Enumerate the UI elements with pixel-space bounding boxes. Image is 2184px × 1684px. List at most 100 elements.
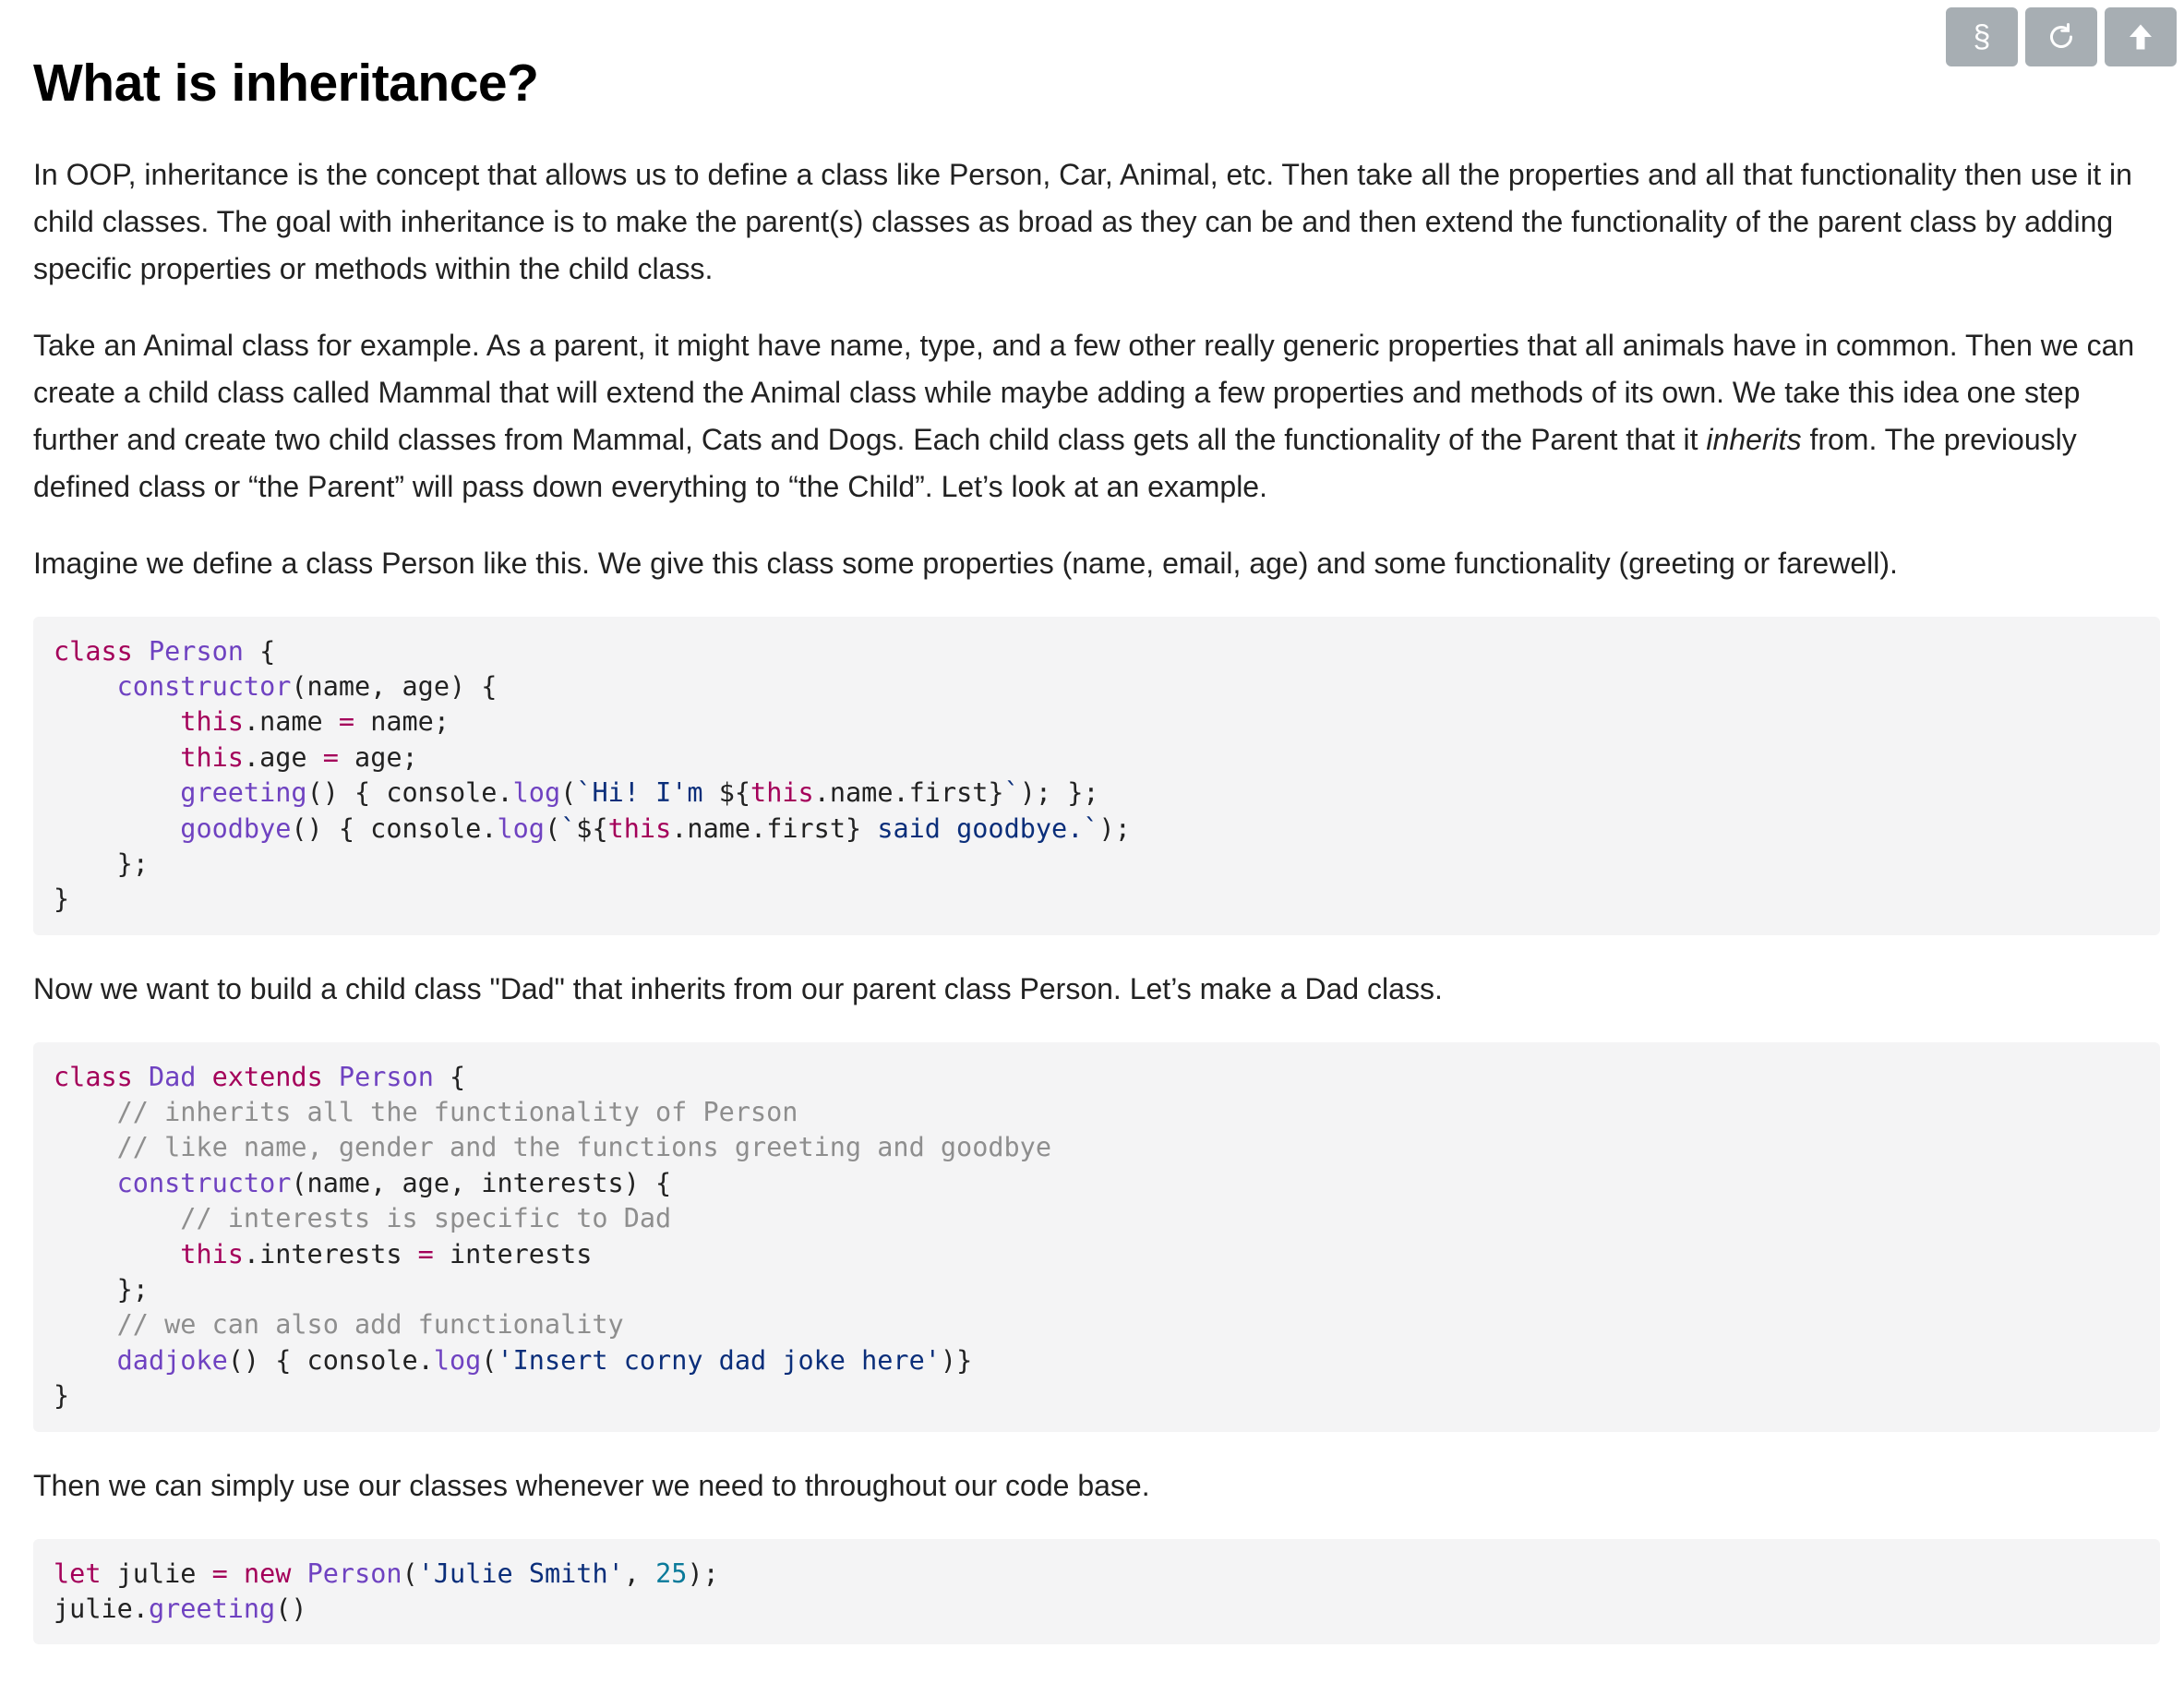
code-function: greeting bbox=[148, 1593, 276, 1624]
code-text: ( bbox=[544, 812, 561, 844]
arrow-up-icon bbox=[2130, 24, 2152, 50]
code-text: (name, age, interests) { bbox=[291, 1167, 672, 1198]
code-keyword: = bbox=[211, 1558, 228, 1589]
code-line: greeting() { console.log(`Hi! I'm ${this… bbox=[54, 776, 2140, 811]
code-text: } bbox=[54, 1380, 70, 1412]
code-text: () { console. bbox=[227, 1344, 434, 1376]
code-text: ${ bbox=[718, 777, 751, 809]
code-text: julie bbox=[101, 1558, 212, 1589]
code-text: { bbox=[433, 1061, 466, 1092]
paragraph-animal-example: Take an Animal class for example. As a p… bbox=[33, 322, 2160, 511]
code-keyword: = bbox=[338, 706, 355, 738]
code-text: () { console. bbox=[306, 777, 513, 809]
code-text: .name.first} bbox=[671, 812, 878, 844]
code-text: } bbox=[54, 884, 70, 915]
code-text: ); bbox=[687, 1558, 719, 1589]
code-line: this.age = age; bbox=[54, 740, 2140, 776]
code-comment: // like name, gender and the functions g… bbox=[116, 1132, 1051, 1163]
code-block-usage: let julie = new Person('Julie Smith', 25… bbox=[33, 1538, 2160, 1645]
code-keyword: = bbox=[322, 741, 339, 773]
paragraph-person-intro: Imagine we define a class Person like th… bbox=[33, 546, 1898, 580]
code-text: )} bbox=[940, 1344, 973, 1376]
code-text: julie. bbox=[54, 1593, 149, 1624]
code-function: dadjoke bbox=[116, 1344, 228, 1376]
code-string: 'Insert corny dad joke here' bbox=[497, 1344, 941, 1376]
code-text: .name.first} bbox=[813, 777, 1004, 809]
code-comment: // interests is specific to Dad bbox=[180, 1203, 672, 1234]
code-keyword: = bbox=[417, 1238, 434, 1269]
code-text: .name bbox=[243, 706, 339, 738]
code-keyword: this bbox=[180, 706, 244, 738]
code-text: ${ bbox=[576, 812, 608, 844]
code-text: { bbox=[243, 635, 276, 667]
code-line: this.name = name; bbox=[54, 704, 2140, 740]
code-keyword: let bbox=[54, 1558, 102, 1589]
page-title: What is inheritance? bbox=[33, 54, 539, 113]
code-text: ); bbox=[1098, 812, 1131, 844]
code-text: (name, age) { bbox=[291, 670, 498, 702]
code-line: // like name, gender and the functions g… bbox=[54, 1130, 2140, 1165]
code-text: () bbox=[275, 1593, 307, 1624]
code-line: }; bbox=[54, 1272, 2140, 1307]
code-function: log bbox=[497, 812, 545, 844]
code-line: this.interests = interests bbox=[54, 1237, 2140, 1272]
code-line: constructor(name, age, interests) { bbox=[54, 1166, 2140, 1201]
code-line: julie.greeting() bbox=[54, 1592, 2140, 1627]
code-line: class Dad extends Person { bbox=[54, 1060, 2140, 1095]
code-line: } bbox=[54, 1378, 2140, 1413]
code-comment: // inherits all the functionality of Per… bbox=[116, 1097, 798, 1128]
code-string: 'Julie Smith' bbox=[417, 1558, 624, 1589]
article: What is inheritance? In OOP, inheritance… bbox=[33, 54, 2160, 1675]
code-keyword: class bbox=[54, 1061, 133, 1092]
code-function: greeting bbox=[180, 777, 307, 809]
code-block-dad: class Dad extends Person { // inherits a… bbox=[33, 1041, 2160, 1432]
code-text: name; bbox=[354, 706, 450, 738]
code-line: // inherits all the functionality of Per… bbox=[54, 1095, 2140, 1130]
code-function: log bbox=[433, 1344, 482, 1376]
code-line: goodbye() { console.log(`${this.name.fir… bbox=[54, 812, 2140, 847]
code-keyword: new bbox=[243, 1558, 292, 1589]
code-keyword: extends bbox=[211, 1061, 323, 1092]
code-line: }; bbox=[54, 847, 2140, 882]
code-text: ( bbox=[402, 1558, 418, 1589]
emphasis-inherits: inherits bbox=[1706, 422, 1802, 456]
code-line: constructor(name, age) { bbox=[54, 669, 2140, 704]
code-class-name: Dad bbox=[148, 1061, 197, 1092]
code-keyword: this bbox=[180, 741, 244, 773]
code-text: ); }; bbox=[1019, 777, 1099, 809]
code-text: ( bbox=[481, 1344, 498, 1376]
code-text: () { console. bbox=[291, 812, 498, 844]
code-line: // interests is specific to Dad bbox=[54, 1201, 2140, 1236]
code-text: interests bbox=[433, 1238, 593, 1269]
code-function: log bbox=[512, 777, 561, 809]
paragraph-usage-intro: Then we can simply use our classes whene… bbox=[33, 1468, 1150, 1502]
code-string: said goodbye.` bbox=[877, 812, 1099, 844]
code-keyword: class bbox=[54, 635, 133, 667]
code-keyword: this bbox=[180, 1238, 244, 1269]
code-text: age; bbox=[338, 741, 418, 773]
section-icon: § bbox=[1973, 19, 1991, 54]
code-string: ` bbox=[560, 812, 577, 844]
code-text: }; bbox=[54, 1274, 149, 1305]
code-line: class Person { bbox=[54, 634, 2140, 669]
code-comment: // we can also add functionality bbox=[116, 1309, 624, 1341]
code-text: .age bbox=[243, 741, 323, 773]
code-function: goodbye bbox=[180, 812, 292, 844]
